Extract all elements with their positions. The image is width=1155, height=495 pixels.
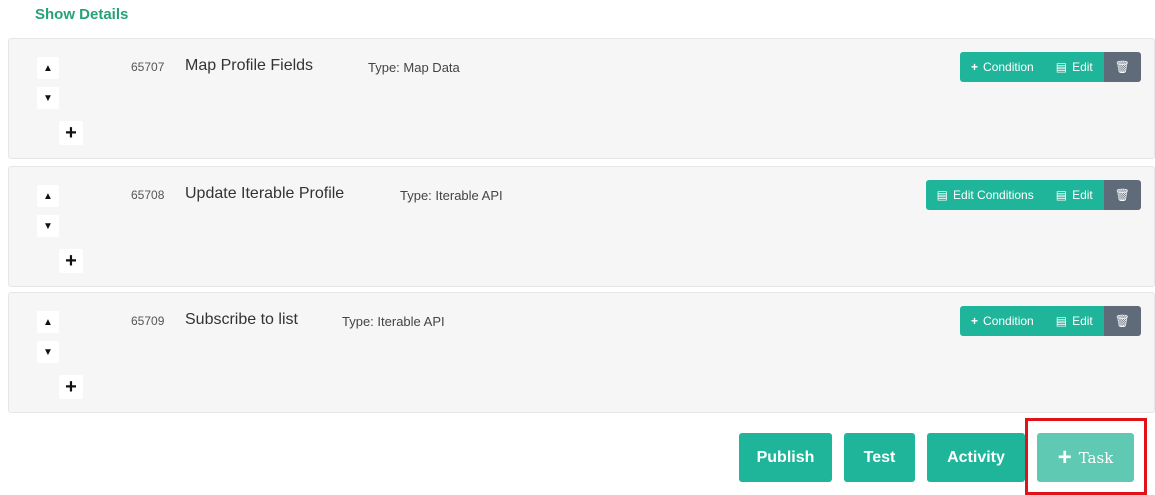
add-task-label: Task — [1078, 448, 1114, 467]
task-actions: + Condition ▤ Edit 🗑 — [960, 52, 1141, 82]
task-row: ▲ ▼ + 65709 Subscribe to list Type: Iter… — [8, 292, 1155, 413]
add-subtask-icon[interactable]: + — [59, 121, 83, 145]
add-subtask-icon[interactable]: + — [59, 249, 83, 273]
add-task-button[interactable]: + Task — [1037, 433, 1134, 482]
task-row: ▲ ▼ + 65708 Update Iterable Profile Type… — [8, 166, 1155, 287]
task-name: Map Profile Fields — [185, 57, 314, 74]
edit-button[interactable]: ▤ Edit — [1044, 180, 1104, 210]
delete-button[interactable]: 🗑 — [1103, 52, 1141, 82]
task-type: Type: Iterable API — [342, 314, 445, 329]
delete-button[interactable]: 🗑 — [1103, 306, 1141, 336]
delete-button[interactable]: 🗑 — [1103, 180, 1141, 210]
edit-label: Edit — [1072, 60, 1093, 74]
task-id: 65707 — [131, 60, 165, 74]
edit-button[interactable]: ▤ Edit — [1044, 52, 1104, 82]
trash-icon: 🗑 — [1114, 314, 1130, 328]
move-down-icon[interactable]: ▼ — [37, 87, 59, 109]
edit-label: Edit — [1072, 314, 1093, 328]
add-subtask-icon[interactable]: + — [59, 375, 83, 399]
condition-label: Condition — [983, 60, 1034, 74]
document-icon: ▤ — [1055, 60, 1068, 74]
task-row: ▲ ▼ + 65707 Map Profile Fields Type: Map… — [8, 38, 1155, 159]
activity-button[interactable]: Activity — [927, 433, 1025, 482]
show-details-link[interactable]: Show Details — [35, 6, 128, 23]
move-down-icon[interactable]: ▼ — [37, 215, 59, 237]
task-actions: ▤ Edit Conditions ▤ Edit 🗑 — [925, 180, 1141, 210]
task-type: Type: Iterable API — [400, 188, 503, 203]
task-actions: + Condition ▤ Edit 🗑 — [960, 306, 1141, 336]
edit-conditions-button[interactable]: ▤ Edit Conditions — [925, 180, 1045, 210]
document-icon: ▤ — [936, 188, 949, 202]
publish-button[interactable]: Publish — [739, 433, 832, 482]
task-id: 65708 — [131, 188, 165, 202]
plus-icon: + — [971, 314, 979, 328]
plus-icon: + — [1057, 443, 1072, 471]
edit-label: Edit — [1072, 188, 1093, 202]
trash-icon: 🗑 — [1114, 188, 1130, 202]
condition-label: Condition — [983, 314, 1034, 328]
plus-icon: + — [971, 60, 979, 74]
task-id: 65709 — [131, 314, 165, 328]
trash-icon: 🗑 — [1114, 60, 1130, 74]
test-button[interactable]: Test — [844, 433, 915, 482]
move-up-icon[interactable]: ▲ — [37, 185, 59, 207]
add-condition-button[interactable]: + Condition — [960, 306, 1045, 336]
task-type: Type: Map Data — [368, 60, 460, 75]
task-name: Subscribe to list — [185, 311, 298, 328]
move-up-icon[interactable]: ▲ — [37, 311, 59, 333]
edit-button[interactable]: ▤ Edit — [1044, 306, 1104, 336]
move-down-icon[interactable]: ▼ — [37, 341, 59, 363]
document-icon: ▤ — [1055, 188, 1068, 202]
task-name: Update Iterable Profile — [185, 185, 345, 202]
move-up-icon[interactable]: ▲ — [37, 57, 59, 79]
document-icon: ▤ — [1055, 314, 1068, 328]
add-condition-button[interactable]: + Condition — [960, 52, 1045, 82]
condition-label: Edit Conditions — [953, 188, 1034, 202]
